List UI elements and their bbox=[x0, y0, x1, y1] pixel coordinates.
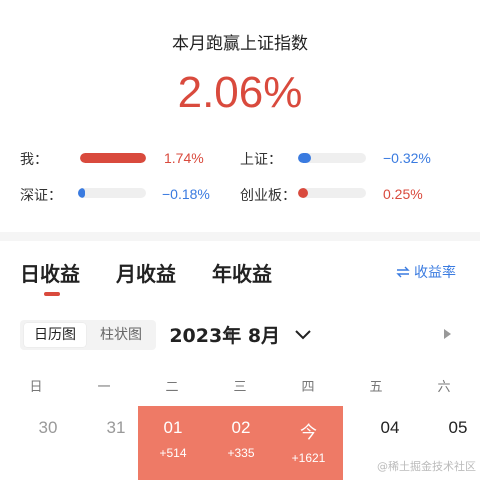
calendar-day[interactable]: 02 +335 bbox=[206, 406, 276, 480]
calendar-day-number: 今 bbox=[300, 423, 317, 442]
calendar-day-gain: +335 bbox=[227, 446, 255, 460]
triangle-right-icon bbox=[444, 329, 451, 339]
calendar-day-today[interactable]: 今 +1621 bbox=[274, 406, 343, 480]
calendar-day-number: 04 bbox=[380, 418, 400, 437]
comparison-label-shenzhen: 深证： bbox=[20, 188, 62, 204]
tab-yearly-earnings[interactable]: 年收益 bbox=[212, 258, 272, 287]
weekday-thu: 四 bbox=[301, 380, 315, 395]
chevron-down-icon bbox=[294, 330, 311, 340]
earnings-rate-label: 收益率 bbox=[414, 265, 456, 281]
comparison-bar-shenzhen bbox=[78, 188, 146, 198]
swap-icon bbox=[396, 266, 410, 278]
weekday-wed: 三 bbox=[233, 380, 247, 395]
comparison-label-me: 我： bbox=[20, 152, 48, 168]
active-tab-indicator bbox=[44, 292, 60, 296]
comparison-label-shanghai: 上证： bbox=[240, 152, 282, 168]
comparison-value-shenzhen: −0.18% bbox=[162, 186, 210, 202]
section-divider bbox=[0, 232, 480, 241]
calendar-day-gain: +514 bbox=[159, 446, 187, 460]
month-selector[interactable]: 2023年 8月 bbox=[0, 321, 480, 348]
comparison-label-chinext: 创业板： bbox=[240, 188, 296, 204]
calendar-day-number: 02 bbox=[231, 418, 251, 437]
weekday-fri: 五 bbox=[369, 380, 383, 395]
comparison-value-shanghai: −0.32% bbox=[383, 150, 431, 166]
earnings-rate-toggle[interactable]: 收益率 bbox=[396, 262, 456, 282]
comparison-fill-shenzhen bbox=[78, 188, 86, 198]
summary-title: 本月跑赢上证指数 bbox=[172, 34, 308, 54]
weekday-sat: 六 bbox=[437, 380, 451, 395]
comparison-bar-me bbox=[80, 153, 146, 163]
weekday-mon: 一 bbox=[97, 380, 111, 395]
tab-monthly-earnings[interactable]: 月收益 bbox=[116, 258, 176, 287]
comparison-fill-chinext bbox=[298, 188, 308, 198]
weekday-tue: 二 bbox=[165, 380, 179, 395]
watermark: @稀土掘金技术社区 bbox=[377, 460, 476, 473]
calendar-day-number: 01 bbox=[163, 418, 183, 437]
calendar-day[interactable]: 01 +514 bbox=[138, 406, 208, 480]
calendar-day-number: 05 bbox=[448, 418, 468, 437]
comparison-bar-chinext bbox=[298, 188, 366, 198]
summary-value: 2.06% bbox=[177, 68, 303, 117]
calendar-day-gain: +1621 bbox=[291, 451, 326, 465]
calendar-day[interactable]: 30 bbox=[14, 406, 82, 480]
comparison-bar-shanghai bbox=[298, 153, 366, 163]
calendar-day-number: 30 bbox=[38, 418, 58, 437]
comparison-value-me: 1.74% bbox=[164, 150, 204, 166]
comparison-value-chinext: 0.25% bbox=[383, 186, 423, 202]
month-label: 2023年 8月 bbox=[169, 325, 281, 347]
comparison-fill-me bbox=[80, 153, 146, 163]
weekday-sun: 日 bbox=[29, 380, 43, 395]
next-month-button[interactable] bbox=[443, 328, 453, 343]
comparison-fill-shanghai bbox=[298, 153, 311, 163]
tab-daily-earnings[interactable]: 日收益 bbox=[20, 258, 80, 287]
